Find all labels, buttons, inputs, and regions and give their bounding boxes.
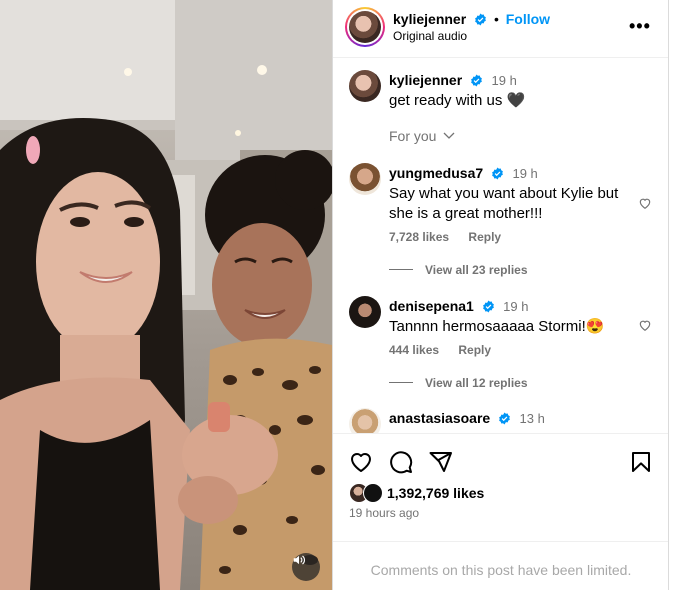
post-header: kyliejenner • Follow Original audio ••• [333,0,669,58]
verified-badge-icon [483,300,494,313]
view-replies-button[interactable]: View all 23 replies [389,263,528,277]
comment-likes[interactable]: 7,728 likes [389,230,449,244]
page-margin [669,0,675,590]
commenter-username[interactable]: anastasiasoare [389,410,490,426]
chevron-down-icon [443,132,455,139]
comments-limited-notice: Comments on this post have been limited. [333,541,669,590]
comment-like-heart-icon[interactable] [638,196,652,210]
comment-text: Tannnn hermosaaaaa Stormi!😍 [389,318,605,335]
header-user-line: kyliejenner • Follow [393,11,550,27]
likes-count[interactable]: 1,392,769 likes [387,485,484,501]
more-horizontal-icon[interactable]: ••• [629,16,651,37]
caption-text: get ready with us 🖤 [389,92,526,109]
post-actions: 1,392,769 likes 19 hours ago [333,433,669,541]
comment-icon[interactable] [389,450,413,474]
comment-time: 19 h [503,299,529,314]
commenter-avatar[interactable] [349,408,381,433]
commenter-username[interactable]: denisepena1 [389,298,474,314]
bookmark-icon[interactable] [629,450,653,474]
author-username[interactable]: kyliejenner [393,11,466,27]
caption-avatar[interactable] [349,70,381,102]
comment-item: denisepena1 19 h Tannnn hermosaaaaa Stor… [349,296,653,406]
heart-icon[interactable] [349,450,373,474]
commenter-username[interactable]: yungmedusa7 [389,165,483,181]
caption: kyliejenner 19 h get ready with us 🖤 [349,70,653,110]
post-video[interactable] [0,0,332,590]
post-side-panel: kyliejenner • Follow Original audio ••• … [333,0,669,590]
for-you-label: For you [389,128,437,144]
follow-button[interactable]: Follow [506,11,550,27]
view-replies-button[interactable]: View all 12 replies [389,376,528,390]
caption-username[interactable]: kyliejenner [389,72,462,88]
verified-badge-icon [492,167,504,180]
comment-time: 19 h [512,166,538,181]
share-icon[interactable] [429,450,453,474]
view-replies-label: View all 23 replies [425,263,528,277]
verified-badge-icon [475,13,486,26]
comment-meta: 444 likes Reply [389,343,507,357]
comment-meta: 7,728 likes Reply [389,230,517,244]
post-timestamp[interactable]: 19 hours ago [349,506,419,520]
speaker-icon [293,555,305,565]
comments-list[interactable]: kyliejenner 19 h get ready with us 🖤 For… [333,58,669,433]
caption-time: 19 h [491,73,517,88]
comment-time: 13 h [519,411,545,426]
comment-like-heart-icon[interactable] [638,318,652,332]
reply-button[interactable]: Reply [468,230,501,244]
reply-button[interactable]: Reply [458,343,491,357]
verified-badge-icon [499,412,511,425]
commenter-avatar[interactable] [349,296,381,328]
audio-toggle-button[interactable] [292,553,320,581]
for-you-dropdown[interactable]: For you [389,128,455,144]
liker-avatar [363,483,383,503]
comment-likes[interactable]: 444 likes [389,343,439,357]
comment-item: anastasiasoare 13 h ❤️❤️❤️❤️❤️❤️ [349,408,653,433]
view-replies-label: View all 12 replies [425,376,528,390]
original-audio-link[interactable]: Original audio [393,29,467,43]
separator-dot: • [493,11,499,27]
verified-badge-icon [471,74,483,87]
video-frame [0,0,332,590]
comment-item: yungmedusa7 19 h Say what you want about… [349,163,653,277]
author-avatar[interactable] [345,7,385,47]
comment-text: Say what you want about Kylie but she is… [389,185,619,222]
commenter-avatar[interactable] [349,163,381,195]
